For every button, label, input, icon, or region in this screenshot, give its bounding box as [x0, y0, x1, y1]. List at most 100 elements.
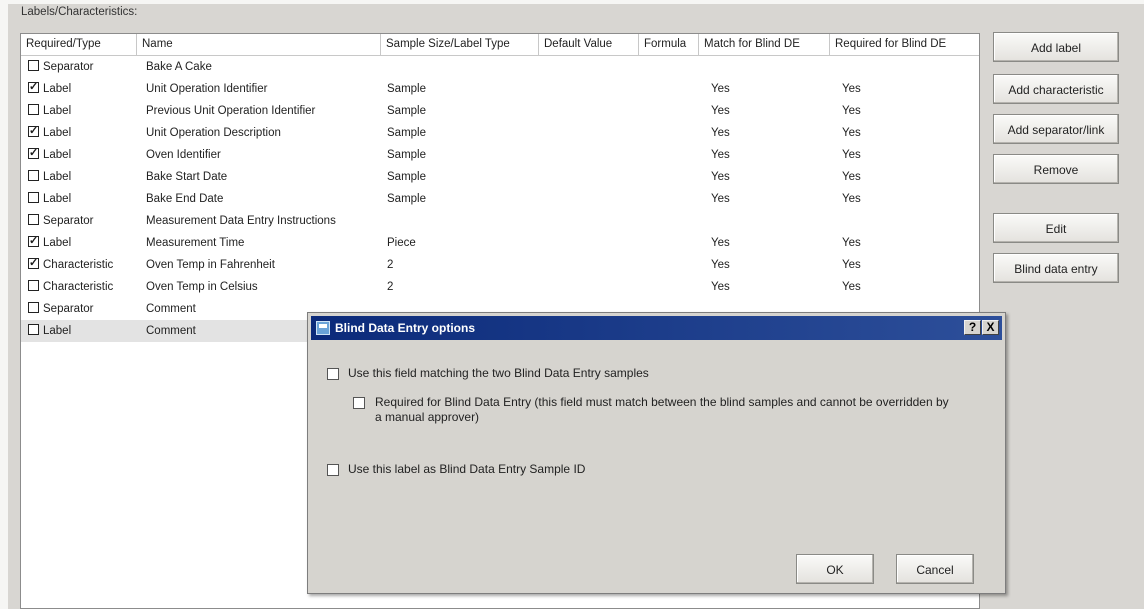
- table-row[interactable]: Label Previous Unit Operation Identifier S…: [21, 100, 979, 122]
- row-required-checkbox[interactable]: [28, 192, 39, 203]
- row-sample-size: Piece: [387, 237, 416, 249]
- row-match-blind: Yes: [711, 193, 730, 205]
- row-type: Label: [43, 105, 72, 117]
- row-sample-size: Sample: [387, 105, 426, 117]
- row-name: Bake A Cake: [146, 61, 212, 73]
- blind-data-entry-button[interactable]: Blind data entry: [993, 253, 1119, 283]
- column-header-formula[interactable]: Formula: [639, 34, 699, 55]
- cancel-button[interactable]: Cancel: [896, 554, 974, 584]
- row-name: Unit Operation Description: [146, 127, 281, 139]
- row-required-blind: Yes: [842, 127, 861, 139]
- row-required-blind: Yes: [842, 193, 861, 205]
- app-window-icon: [316, 321, 330, 335]
- table-row[interactable]: ✓ Label Unit Operation Description Sample Ye…: [21, 122, 979, 144]
- row-type: Label: [43, 237, 72, 249]
- add-characteristic-button[interactable]: Add characteristic: [993, 74, 1119, 104]
- required-blind-checkbox[interactable]: [353, 397, 365, 409]
- row-required-checkbox[interactable]: [28, 214, 39, 225]
- row-match-blind: Yes: [711, 171, 730, 183]
- row-required-checkbox[interactable]: ✓: [28, 126, 39, 137]
- row-required-checkbox[interactable]: [28, 324, 39, 335]
- row-type: Separator: [43, 215, 94, 227]
- row-match-blind: Yes: [711, 149, 730, 161]
- row-type: Label: [43, 171, 72, 183]
- close-icon[interactable]: X: [982, 320, 999, 335]
- row-type: Separator: [43, 61, 94, 73]
- table-row[interactable]: ✓ Label Oven Identifier Sample Yes Yes: [21, 144, 979, 166]
- row-name: Measurement Time: [146, 237, 245, 249]
- remove-button[interactable]: Remove: [993, 154, 1119, 184]
- row-required-blind: Yes: [842, 171, 861, 183]
- column-header-match-blind[interactable]: Match for Blind DE: [699, 34, 830, 55]
- table-row[interactable]: Label Bake Start Date Sample Yes Yes: [21, 166, 979, 188]
- table-row[interactable]: ✓ Label Measurement Time Piece Yes Yes: [21, 232, 979, 254]
- row-name: Oven Temp in Celsius: [146, 281, 258, 293]
- dialog-title: Blind Data Entry options: [335, 321, 476, 335]
- blind-data-entry-dialog: Blind Data Entry options ? X Use this fi…: [307, 312, 1006, 594]
- row-required-checkbox[interactable]: [28, 60, 39, 71]
- add-label-button[interactable]: Add label: [993, 32, 1119, 62]
- help-icon[interactable]: ?: [964, 320, 981, 335]
- column-header-required-type[interactable]: Required/Type: [21, 34, 137, 55]
- row-match-blind: Yes: [711, 281, 730, 293]
- row-name: Previous Unit Operation Identifier: [146, 105, 316, 117]
- sample-id-checkbox[interactable]: [327, 464, 339, 476]
- required-blind-label: Required for Blind Data Entry (this fiel…: [375, 395, 949, 424]
- row-sample-size: Sample: [387, 127, 426, 139]
- use-field-matching-checkbox[interactable]: [327, 368, 339, 380]
- column-header-name[interactable]: Name: [137, 34, 381, 55]
- row-name: Bake End Date: [146, 193, 224, 205]
- table-row[interactable]: Separator Bake A Cake: [21, 56, 979, 78]
- column-header-default-value[interactable]: Default Value: [539, 34, 639, 55]
- row-required-blind: Yes: [842, 281, 861, 293]
- row-match-blind: Yes: [711, 83, 730, 95]
- row-match-blind: Yes: [711, 127, 730, 139]
- row-sample-size: Sample: [387, 193, 426, 205]
- row-sample-size: 2: [387, 281, 394, 293]
- column-header-sample-size[interactable]: Sample Size/Label Type: [381, 34, 539, 55]
- table-row[interactable]: Label Bake End Date Sample Yes Yes: [21, 188, 979, 210]
- row-name: Measurement Data Entry Instructions: [146, 215, 336, 227]
- row-required-checkbox[interactable]: [28, 104, 39, 115]
- ok-button[interactable]: OK: [796, 554, 874, 584]
- sample-id-label: Use this label as Blind Data Entry Sampl…: [348, 462, 586, 476]
- row-required-blind: Yes: [842, 83, 861, 95]
- row-required-checkbox[interactable]: ✓: [28, 148, 39, 159]
- row-required-checkbox[interactable]: ✓: [28, 82, 39, 93]
- edit-button[interactable]: Edit: [993, 213, 1119, 243]
- row-required-checkbox[interactable]: ✓: [28, 258, 39, 269]
- row-name: Oven Temp in Fahrenheit: [146, 259, 275, 271]
- row-type: Separator: [43, 303, 94, 315]
- use-field-matching-label: Use this field matching the two Blind Da…: [348, 366, 649, 380]
- row-required-blind: Yes: [842, 105, 861, 117]
- row-sample-size: Sample: [387, 149, 426, 161]
- dialog-titlebar[interactable]: Blind Data Entry options ? X: [311, 316, 1002, 340]
- row-type: Label: [43, 325, 72, 337]
- row-name: Comment: [146, 325, 196, 337]
- add-separator-button[interactable]: Add separator/link: [993, 114, 1119, 144]
- row-sample-size: Sample: [387, 83, 426, 95]
- row-type: Label: [43, 149, 72, 161]
- table-row[interactable]: ✓ Characteristic Oven Temp in Fahrenheit 2 Y…: [21, 254, 979, 276]
- row-type: Characteristic: [43, 259, 114, 271]
- row-required-checkbox[interactable]: [28, 302, 39, 313]
- table-row[interactable]: Characteristic Oven Temp in Celsius 2 Yes Ye…: [21, 276, 979, 298]
- row-name: Comment: [146, 303, 196, 315]
- table-row[interactable]: ✓ Label Unit Operation Identifier Sample Yes…: [21, 78, 979, 100]
- row-required-blind: Yes: [842, 237, 861, 249]
- row-match-blind: Yes: [711, 237, 730, 249]
- row-match-blind: Yes: [711, 105, 730, 117]
- row-required-checkbox[interactable]: ✓: [28, 236, 39, 247]
- column-header-required-blind[interactable]: Required for Blind DE: [830, 34, 981, 55]
- row-name: Unit Operation Identifier: [146, 83, 268, 95]
- row-sample-size: Sample: [387, 171, 426, 183]
- row-type: Label: [43, 193, 72, 205]
- row-required-checkbox[interactable]: [28, 280, 39, 291]
- row-name: Bake Start Date: [146, 171, 228, 183]
- row-name: Oven Identifier: [146, 149, 221, 161]
- row-type: Characteristic: [43, 281, 114, 293]
- list-rows: Separator Bake A Cake ✓ Label Unit Operation…: [21, 56, 979, 342]
- row-required-checkbox[interactable]: [28, 170, 39, 181]
- row-match-blind: Yes: [711, 259, 730, 271]
- table-row[interactable]: Separator Measurement Data Entry Instruct…: [21, 210, 979, 232]
